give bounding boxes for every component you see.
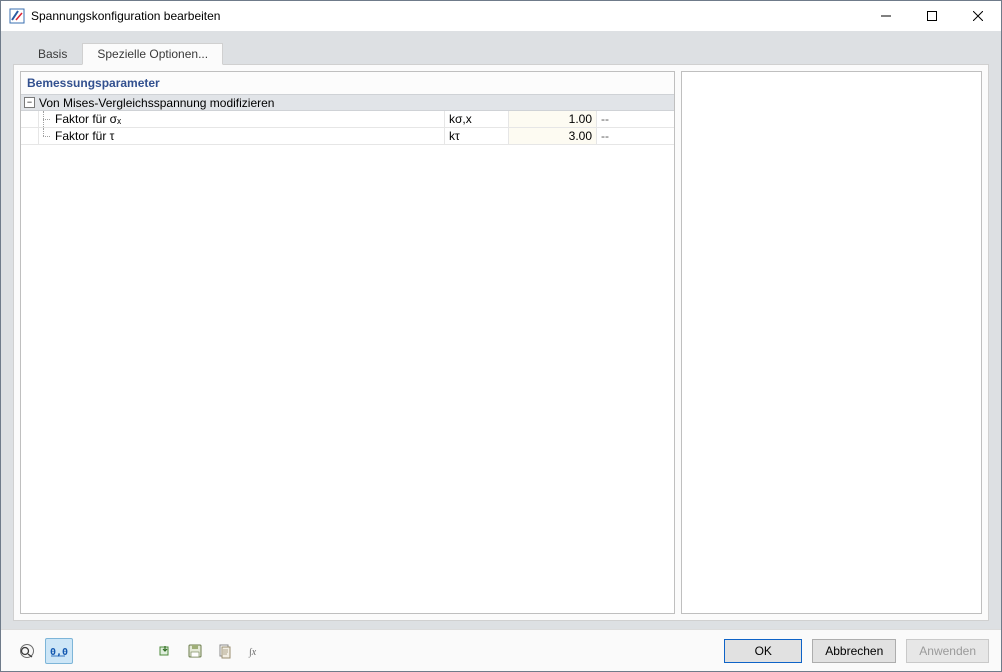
param-name: Faktor für τ — [55, 129, 114, 143]
cancel-button-label: Abbrechen — [825, 644, 883, 658]
tab-panel: Bemessungsparameter − Von Mises-Vergleic… — [13, 64, 989, 621]
param-symbol: kτ — [449, 129, 460, 143]
grid-group-label: Von Mises-Vergleichsspannung modifiziere… — [39, 96, 274, 110]
import-button[interactable] — [151, 638, 179, 664]
clipboard-button[interactable] — [211, 638, 239, 664]
tab-strip: Basis Spezielle Optionen... — [13, 41, 989, 65]
minimize-button[interactable] — [863, 1, 909, 31]
tab-special-options[interactable]: Spezielle Optionen... — [82, 43, 223, 65]
cancel-button[interactable]: Abbrechen — [812, 639, 896, 663]
maximize-button[interactable] — [909, 1, 955, 31]
units-button[interactable]: 0,00 — [45, 638, 73, 664]
tab-basis[interactable]: Basis — [23, 43, 82, 65]
app-icon — [9, 8, 25, 24]
grid-group-row[interactable]: − Von Mises-Vergleichsspannung modifizie… — [21, 94, 674, 111]
ok-button[interactable]: OK — [724, 639, 802, 663]
svg-text:∫x: ∫x — [248, 647, 257, 658]
tree-branch-icon — [39, 111, 51, 127]
save-default-button[interactable] — [181, 638, 209, 664]
tree-branch-icon — [39, 128, 51, 144]
apply-button: Anwenden — [906, 639, 989, 663]
function-button[interactable]: ∫x — [241, 638, 269, 664]
param-unit: -- — [601, 129, 609, 143]
param-name: Faktor für σₓ — [55, 112, 121, 126]
property-grid-panel: Bemessungsparameter − Von Mises-Vergleic… — [20, 71, 675, 614]
close-button[interactable] — [955, 1, 1001, 31]
apply-button-label: Anwenden — [919, 644, 976, 658]
titlebar: Spannungskonfiguration bearbeiten — [1, 1, 1001, 31]
param-unit: -- — [601, 112, 609, 126]
grid-section-title: Bemessungsparameter — [21, 72, 674, 94]
param-value[interactable]: 3.00 — [569, 129, 592, 143]
grid-row-kox[interactable]: Faktor für σₓ kσ,x 1.00 -- — [21, 111, 674, 128]
collapse-toggle-icon[interactable]: − — [24, 97, 35, 108]
param-symbol: kσ,x — [449, 112, 472, 126]
window-title: Spannungskonfiguration bearbeiten — [31, 9, 220, 23]
help-button[interactable] — [13, 638, 41, 664]
tree-indent — [21, 111, 39, 127]
tree-indent — [21, 128, 39, 144]
grid-row-ktau[interactable]: Faktor für τ kτ 3.00 -- — [21, 128, 674, 145]
grid-body: − Von Mises-Vergleichsspannung modifizie… — [21, 94, 674, 145]
dialog-window: Spannungskonfiguration bearbeiten Basis … — [0, 0, 1002, 672]
bottom-toolbar: 0,00 ∫x OK Abbrechen Anwenden — [1, 629, 1001, 671]
client-area: Basis Spezielle Optionen... Bemessungspa… — [1, 31, 1001, 629]
ok-button-label: OK — [755, 644, 772, 658]
param-value[interactable]: 1.00 — [569, 112, 592, 126]
preview-panel — [681, 71, 982, 614]
